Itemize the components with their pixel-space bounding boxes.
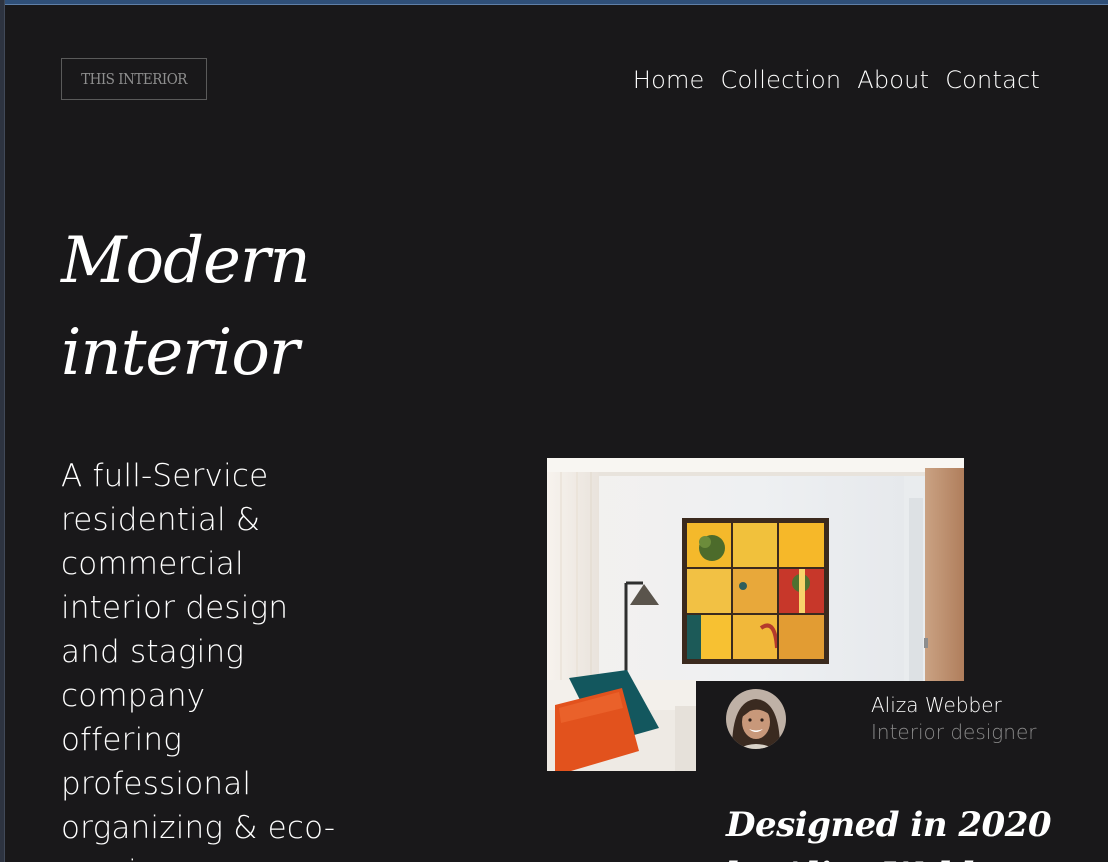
- designer-name: Aliza Webber: [871, 693, 1002, 717]
- hero-title: Modern interior: [61, 215, 361, 399]
- nav-collection-link[interactable]: Collection: [721, 66, 842, 94]
- window-left-border: [0, 0, 5, 862]
- designer-card: Aliza Webber Interior designer: [696, 681, 1108, 771]
- nav-about-link[interactable]: About: [857, 66, 929, 94]
- designer-avatar: [726, 689, 786, 749]
- nav-contact-link[interactable]: Contact: [945, 66, 1040, 94]
- hero-title-line-2: interior: [61, 316, 299, 390]
- window-top-border: [0, 0, 1108, 5]
- designed-caption: Designed in 2020 by Aliza Webber: [726, 805, 1052, 862]
- site-logo[interactable]: THIS INTERIOR: [61, 58, 207, 100]
- hero-description: A full-Service residential & commercial …: [61, 458, 336, 862]
- designer-role: Interior designer: [871, 720, 1037, 744]
- hero-title-line-1: Modern: [61, 224, 311, 298]
- nav-home-link[interactable]: Home: [633, 66, 705, 94]
- main-nav: Home Collection About Contact: [590, 62, 1040, 98]
